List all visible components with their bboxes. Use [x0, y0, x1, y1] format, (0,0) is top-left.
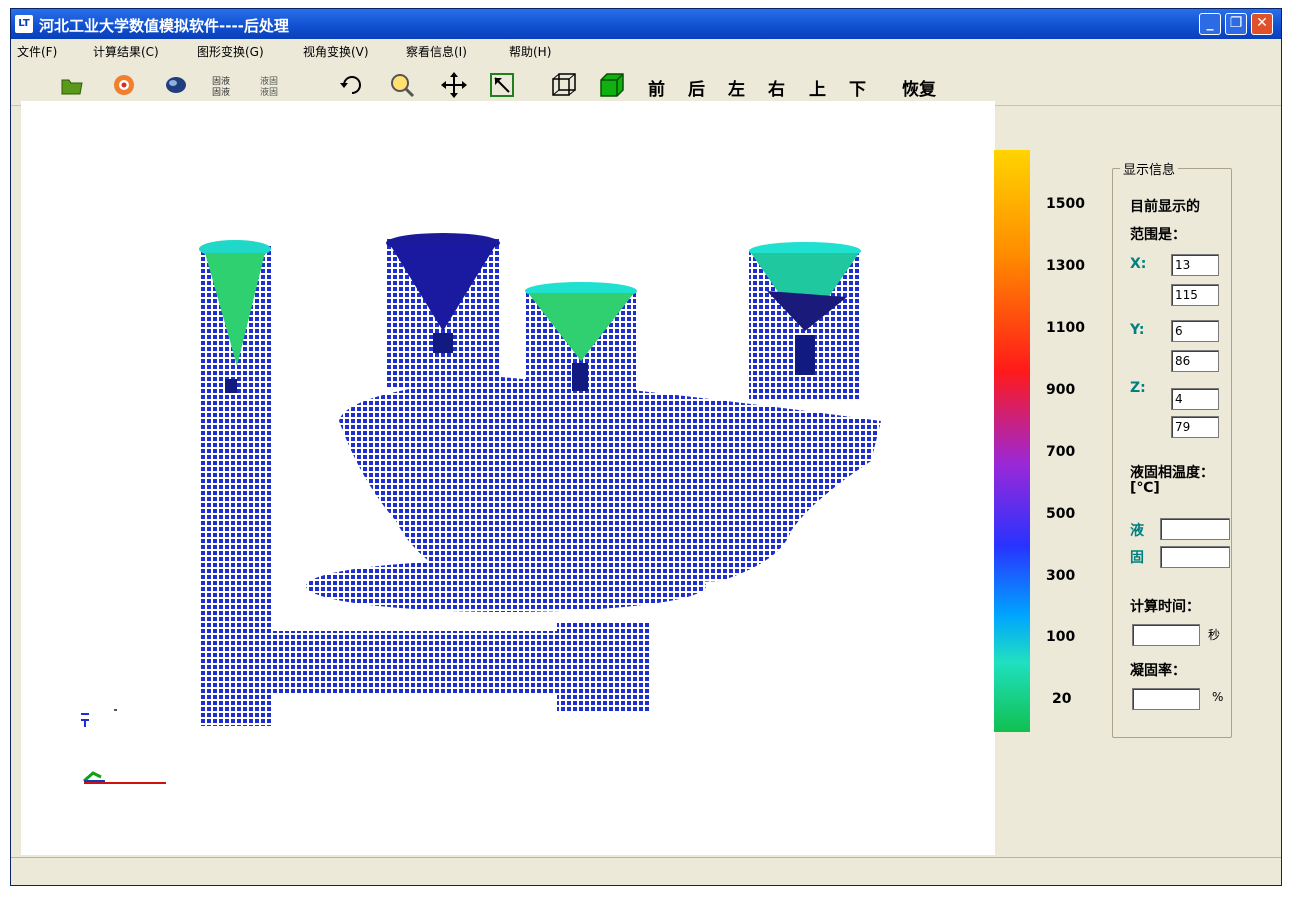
temperature-title: 液固相温度：	[1130, 465, 1214, 481]
solid-fraction-field[interactable]	[1132, 688, 1200, 710]
window-title: 河北工业大学数值模拟软件----后处理	[39, 17, 289, 35]
view-top-button[interactable]: 上	[809, 75, 826, 100]
percent-unit: %	[1212, 690, 1224, 704]
seconds-unit: 秒	[1208, 628, 1221, 642]
range-title-line1: 目前显示的	[1130, 199, 1200, 215]
y-max-field[interactable]: 86	[1171, 350, 1219, 372]
svg-text:固液: 固液	[212, 86, 230, 96]
casting-model	[81, 233, 881, 784]
shade-icon[interactable]	[163, 72, 189, 98]
svg-text:固液: 固液	[212, 75, 230, 87]
y-min-field[interactable]: 6	[1171, 320, 1219, 342]
x-range-label: X:	[1130, 256, 1147, 272]
solid-liquid-icon[interactable]: 固液 固液	[211, 72, 237, 98]
select-box-icon[interactable]	[489, 72, 515, 98]
view-left-button[interactable]: 左	[728, 75, 745, 100]
app-icon: LT	[15, 15, 33, 33]
minimize-button[interactable]: _	[1199, 13, 1221, 35]
wireframe-cube-icon[interactable]	[551, 72, 577, 98]
toolbar: 固液 固液 液固 液固 前 后 左 右 上 下 恢复	[11, 65, 1281, 106]
z-max-field[interactable]: 79	[1171, 416, 1219, 438]
calc-time-title: 计算时间：	[1130, 599, 1200, 615]
range-title-line2: 范围是：	[1130, 227, 1186, 243]
title-bar[interactable]: LT 河北工业大学数值模拟软件----后处理 _ ❐ ✕	[11, 9, 1281, 39]
maximize-button[interactable]: ❐	[1225, 13, 1247, 35]
render-viewport[interactable]	[21, 101, 995, 855]
menu-info[interactable]: 察看信息(I)	[406, 43, 467, 60]
menu-bar: 文件(F) 计算结果(C) 图形变换(G) 视角变换(V) 察看信息(I) 帮助…	[11, 39, 1281, 63]
scale-label-900: 900	[1046, 382, 1076, 398]
menu-results[interactable]: 计算结果(C)	[93, 43, 159, 60]
rotate-icon[interactable]	[339, 72, 365, 98]
x-min-field[interactable]: 13	[1171, 254, 1219, 276]
scale-label-700: 700	[1046, 444, 1076, 460]
solidus-label: 固	[1130, 550, 1144, 566]
open-folder-icon[interactable]	[59, 72, 85, 98]
zoom-icon[interactable]	[389, 72, 415, 98]
solid-fraction-title: 凝固率：	[1130, 663, 1186, 679]
calc-time-field[interactable]	[1132, 624, 1200, 646]
scale-label-300: 300	[1046, 568, 1076, 584]
menu-file[interactable]: 文件(F)	[17, 43, 57, 60]
scale-label-1500: 1500	[1046, 196, 1085, 212]
liquidus-label: 液	[1130, 523, 1144, 539]
restore-button[interactable]: 恢复	[902, 75, 936, 100]
scale-label-500: 500	[1046, 506, 1076, 522]
z-min-field[interactable]: 4	[1171, 388, 1219, 410]
close-button[interactable]: ✕	[1251, 13, 1273, 35]
view-bottom-button[interactable]: 下	[849, 75, 866, 100]
temperature-unit: [℃]	[1130, 480, 1160, 496]
solidus-field[interactable]	[1160, 546, 1230, 568]
solid-cube-icon[interactable]	[599, 72, 625, 98]
temperature-color-scale	[994, 150, 1030, 732]
menu-help[interactable]: 帮助(H)	[509, 43, 551, 60]
scale-label-100: 100	[1046, 629, 1076, 645]
scale-label-1100: 1100	[1046, 320, 1085, 336]
status-bar	[11, 857, 1281, 886]
y-range-label: Y:	[1130, 322, 1145, 338]
liquidus-field[interactable]	[1160, 518, 1230, 540]
view-back-button[interactable]: 后	[688, 75, 705, 100]
render-color-icon[interactable]	[111, 72, 137, 98]
x-max-field[interactable]: 115	[1171, 284, 1219, 306]
svg-text:液固: 液固	[260, 75, 278, 87]
view-right-button[interactable]: 右	[768, 75, 785, 100]
app-window: LT 河北工业大学数值模拟软件----后处理 _ ❐ ✕ 文件(F) 计算结果(…	[10, 8, 1282, 886]
scale-label-1300: 1300	[1046, 258, 1085, 274]
move-icon[interactable]	[441, 72, 467, 98]
svg-text:液固: 液固	[260, 86, 278, 96]
menu-view[interactable]: 视角变换(V)	[303, 43, 369, 60]
liquid-solid-icon[interactable]: 液固 液固	[259, 72, 285, 98]
display-info-legend: 显示信息	[1120, 159, 1179, 178]
z-range-label: Z:	[1130, 380, 1146, 396]
scale-label-20: 20	[1052, 691, 1072, 707]
menu-graphics[interactable]: 图形变换(G)	[197, 43, 264, 60]
view-front-button[interactable]: 前	[648, 75, 665, 100]
